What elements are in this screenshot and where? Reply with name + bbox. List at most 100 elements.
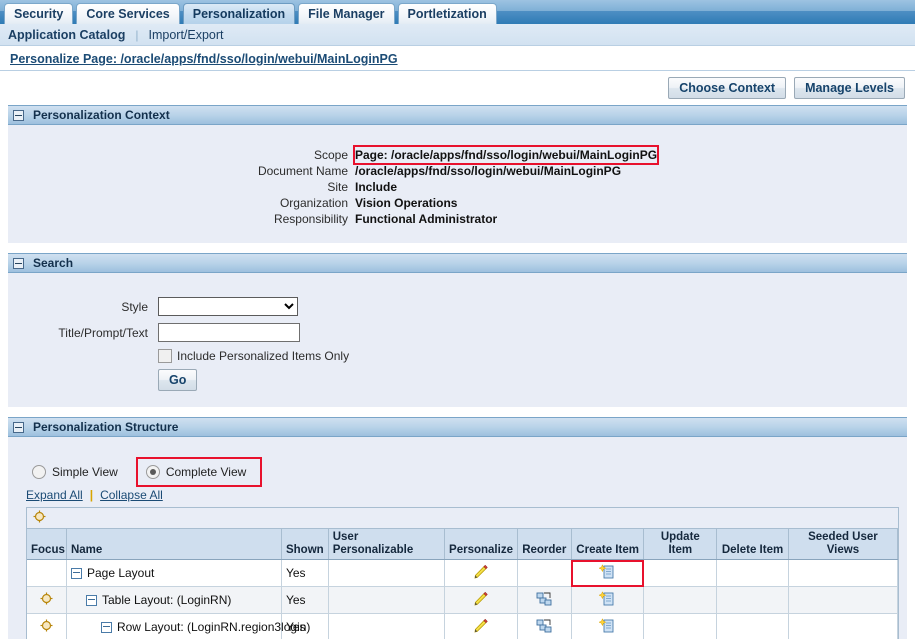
personalization-structure-header: Personalization Structure <box>8 417 907 437</box>
personalize-cell[interactable] <box>444 586 518 614</box>
reorder-cell[interactable] <box>517 559 572 587</box>
page-title[interactable]: Personalize Page: /oracle/apps/fnd/sso/l… <box>10 52 398 66</box>
reorder-cell[interactable] <box>517 613 572 639</box>
focus-cell[interactable] <box>27 586 67 614</box>
search-panel: Search Style Title/Prompt/Text Include P… <box>8 253 907 407</box>
context-label: Responsibility <box>273 212 348 226</box>
update-item-cell[interactable] <box>643 586 718 614</box>
view-option-simple-view[interactable]: Simple View <box>26 462 124 482</box>
shown-cell: Yes <box>281 559 329 587</box>
user-personalizable-cell <box>328 613 446 639</box>
view-option-complete-view[interactable]: Complete View <box>135 457 263 487</box>
column-header-seeded-user-views[interactable]: Seeded User Views <box>788 529 899 560</box>
create-item-cell[interactable] <box>571 586 645 614</box>
include-personalized-checkbox[interactable] <box>158 349 172 363</box>
minus-toggle-icon[interactable] <box>70 567 82 579</box>
focus-cell[interactable] <box>27 559 67 587</box>
structure-table-toolbar <box>27 508 898 529</box>
crosshair-focus-icon[interactable] <box>40 619 53 635</box>
minus-toggle-icon[interactable] <box>13 257 24 269</box>
tab-personalization[interactable]: Personalization <box>182 3 296 24</box>
tab-file-manager[interactable]: File Manager <box>298 3 395 24</box>
tab-portletization[interactable]: Portletization <box>397 3 497 24</box>
context-value: /oracle/apps/fnd/sso/login/webui/MainLog… <box>355 164 622 178</box>
update-item-cell[interactable] <box>643 613 718 639</box>
name-cell: Page Layout <box>66 559 282 587</box>
context-row: Site Include <box>258 179 657 195</box>
title-prompt-label: Title/Prompt/Text <box>58 325 148 340</box>
delete-item-cell[interactable] <box>716 559 789 587</box>
pencil-icon[interactable] <box>473 591 489 610</box>
context-row: Scope Page: /oracle/apps/fnd/sso/login/we… <box>258 145 660 165</box>
style-select[interactable] <box>158 297 298 316</box>
node-name: Table Layout: (LoginRN) <box>101 593 232 607</box>
column-header-reorder[interactable]: Reorder <box>517 529 572 560</box>
collapse-all-link[interactable]: Collapse All <box>100 488 163 502</box>
delete-item-cell[interactable] <box>716 613 789 639</box>
crosshair-focus-icon[interactable] <box>33 510 46 526</box>
title-prompt-field-row: Title/Prompt/Text <box>8 323 907 342</box>
delete-item-cell[interactable] <box>716 586 789 614</box>
create-item-cell[interactable] <box>571 559 645 587</box>
column-header-name[interactable]: Name <box>66 529 282 560</box>
column-header-shown[interactable]: Shown <box>281 529 329 560</box>
column-header-focus[interactable]: Focus <box>27 529 67 560</box>
personalize-cell[interactable] <box>444 559 518 587</box>
context-detail-table: Scope Page: /oracle/apps/fnd/sso/login/we… <box>258 145 660 227</box>
personalize-cell[interactable] <box>444 613 518 639</box>
tab-core-services[interactable]: Core Services <box>76 3 180 24</box>
tab-security[interactable]: Security <box>4 3 74 24</box>
manage-levels-button[interactable]: Manage Levels <box>794 77 905 99</box>
name-cell: Table Layout: (LoginRN) <box>66 586 282 614</box>
style-label: Style <box>121 299 148 314</box>
subnav-separator: | <box>135 27 139 42</box>
column-header-create-item[interactable]: Create Item <box>571 529 645 560</box>
crosshair-focus-icon[interactable] <box>40 592 53 608</box>
column-header-update-item[interactable]: Update Item <box>643 529 718 560</box>
go-button[interactable]: Go <box>158 369 198 391</box>
main-tab-bar: Security Core Services Personalization File… <box>0 0 915 24</box>
column-header-delete-item[interactable]: Delete Item <box>716 529 789 560</box>
column-header-user-personalizable[interactable]: User Personalizable <box>328 529 446 560</box>
context-row: Organization Vision Operations <box>258 195 657 211</box>
subnav-item-import-export[interactable]: Import/Export <box>149 28 224 42</box>
reorder-icon[interactable] <box>536 591 552 610</box>
radio-icon[interactable] <box>145 465 160 479</box>
choose-context-button[interactable]: Choose Context <box>668 77 787 99</box>
reorder-cell[interactable] <box>517 586 572 614</box>
table-body: Page Layout Yes Table Layout: (LoginRN) Yes… <box>27 559 899 639</box>
personalization-context-title: Personalization Context <box>33 108 170 122</box>
create-item-icon[interactable] <box>598 617 616 637</box>
view-option-label: Simple View <box>52 465 118 479</box>
reorder-icon[interactable] <box>536 618 552 637</box>
focus-cell[interactable] <box>27 613 67 639</box>
create-item-cell[interactable] <box>571 613 645 639</box>
context-row: Responsibility Functional Administrator <box>258 211 657 227</box>
personalization-context-header: Personalization Context <box>8 105 907 125</box>
column-header-personalize[interactable]: Personalize <box>444 529 518 560</box>
subnav-item-application-catalog[interactable]: Application Catalog <box>8 28 125 42</box>
title-prompt-input[interactable] <box>158 323 300 342</box>
pencil-icon[interactable] <box>473 618 489 637</box>
view-mode-radio-group: Simple View Complete View <box>26 457 907 487</box>
personalization-structure-panel: Personalization Structure Simple View Com… <box>8 417 907 639</box>
go-button-row: Go <box>158 369 907 391</box>
pencil-icon[interactable] <box>473 564 489 583</box>
table-header-row: Focus Name Shown User Personalizable Persona… <box>27 529 899 560</box>
minus-toggle-icon[interactable] <box>13 109 24 121</box>
create-item-icon[interactable] <box>598 590 616 610</box>
create-item-icon[interactable] <box>598 563 616 583</box>
node-name: Page Layout <box>86 566 155 580</box>
update-item-cell[interactable] <box>643 559 718 587</box>
seeded-user-views-cell <box>788 559 899 587</box>
include-personalized-row[interactable]: Include Personalized Items Only <box>158 349 907 363</box>
minus-toggle-icon[interactable] <box>13 421 24 433</box>
expand-all-link[interactable]: Expand All <box>26 488 83 502</box>
minus-toggle-icon[interactable] <box>100 621 112 633</box>
minus-toggle-icon[interactable] <box>85 594 97 606</box>
context-value: Page: /oracle/apps/fnd/sso/login/webui/M… <box>352 145 660 165</box>
personalization-context-panel: Personalization Context Scope Page: /orac… <box>8 105 907 243</box>
context-label: Organization <box>279 196 348 210</box>
radio-icon[interactable] <box>32 465 46 479</box>
include-personalized-label: Include Personalized Items Only <box>177 349 350 363</box>
